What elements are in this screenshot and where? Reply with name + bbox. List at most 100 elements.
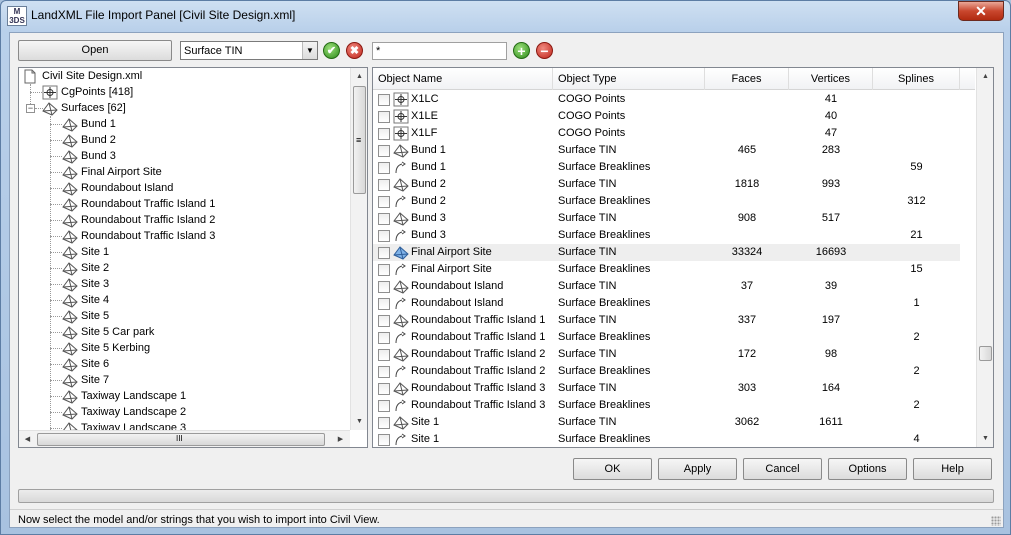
scroll-left-icon[interactable]: ◀ — [19, 431, 36, 448]
row-checkbox[interactable] — [378, 145, 390, 157]
cell-object-name: Bund 1 — [411, 161, 446, 173]
row-checkbox[interactable] — [378, 349, 390, 361]
row-checkbox[interactable] — [378, 230, 390, 242]
table-row[interactable]: Bund 1 Surface TIN 465 283 — [373, 142, 960, 159]
object-tree[interactable]: Civil Site Design.xml CgPoints [418] − S… — [18, 67, 368, 448]
row-checkbox[interactable] — [378, 434, 390, 446]
cross-icon[interactable]: ✖ — [346, 42, 363, 59]
surface-icon — [63, 422, 78, 430]
table-row[interactable]: Final Airport Site Surface Breaklines 15 — [373, 261, 960, 278]
row-checkbox[interactable] — [378, 247, 390, 259]
filter-input[interactable]: * — [372, 42, 507, 60]
cell-object-name: Roundabout Traffic Island 2 — [411, 365, 546, 377]
row-checkbox[interactable] — [378, 366, 390, 378]
cell-object-name: Site 1 — [411, 433, 440, 445]
row-checkbox[interactable] — [378, 315, 390, 327]
column-header-object-name[interactable]: Object Name — [373, 68, 553, 90]
scroll-right-icon[interactable]: ▶ — [332, 431, 349, 448]
add-icon[interactable]: + — [513, 42, 530, 59]
table-row[interactable]: Final Airport Site Surface TIN 33324 16693 — [373, 244, 960, 261]
table-row[interactable]: X1LE COGO Points 40 — [373, 108, 960, 125]
row-checkbox[interactable] — [378, 332, 390, 344]
scroll-up-icon[interactable]: ▲ — [351, 68, 368, 85]
tree-line — [50, 380, 62, 381]
close-button[interactable]: ✕ — [958, 1, 1004, 21]
row-checkbox[interactable] — [378, 383, 390, 395]
row-checkbox[interactable] — [378, 298, 390, 310]
scroll-thumb[interactable]: ≡ — [353, 86, 366, 194]
column-header-object-type[interactable]: Object Type — [553, 68, 705, 90]
check-icon[interactable]: ✔ — [323, 42, 340, 59]
tree-item-label: Site 5 — [81, 310, 110, 322]
table-row[interactable]: Site 1 Surface TIN 3062 1611 — [373, 414, 960, 431]
column-header-faces[interactable]: Faces — [705, 68, 789, 90]
options-button[interactable]: Options — [828, 458, 907, 480]
cell-object-name: Final Airport Site — [411, 246, 492, 258]
cell-splines: 2 — [913, 399, 920, 411]
row-checkbox[interactable] — [378, 213, 390, 225]
ok-button[interactable]: OK — [573, 458, 652, 480]
scroll-down-icon[interactable]: ▼ — [977, 430, 994, 447]
table-row[interactable]: Roundabout Traffic Island 1 Surface TIN 33… — [373, 312, 960, 329]
column-header-splines[interactable]: Splines — [873, 68, 960, 90]
table-row[interactable]: Bund 2 Surface TIN 1818 993 — [373, 176, 960, 193]
scroll-thumb[interactable] — [979, 346, 992, 361]
table-row[interactable]: Roundabout Island Surface Breaklines 1 — [373, 295, 960, 312]
tree-vertical-scrollbar[interactable]: ▲ ≡ ▼ — [350, 68, 367, 430]
table-row[interactable]: X1LF COGO Points 47 — [373, 125, 960, 142]
remove-icon[interactable]: − — [536, 42, 553, 59]
object-type-select[interactable]: Surface TIN ▼ — [180, 41, 318, 60]
help-button[interactable]: Help — [913, 458, 992, 480]
row-checkbox[interactable] — [378, 400, 390, 412]
row-checkbox[interactable] — [378, 417, 390, 429]
cell-splines: 59 — [910, 161, 923, 173]
chevron-down-icon[interactable]: ▼ — [302, 42, 317, 59]
tree-line — [50, 188, 62, 189]
collapse-icon[interactable]: − — [26, 104, 35, 113]
cell-object-type: Surface Breaklines — [558, 365, 651, 377]
row-checkbox[interactable] — [378, 111, 390, 123]
object-table[interactable]: Object Name Object Type Faces Vertices S… — [372, 67, 994, 448]
title-bar[interactable]: M 3DS LandXML File Import Panel [Civil Si… — [1, 1, 1010, 31]
apply-button[interactable]: Apply — [658, 458, 737, 480]
resize-grip-icon[interactable] — [991, 516, 1001, 526]
table-row[interactable]: Bund 1 Surface Breaklines 59 — [373, 159, 960, 176]
breakline-icon — [395, 331, 406, 344]
scroll-thumb[interactable]: III — [37, 433, 325, 446]
tree-item-label: Taxiway Landscape 2 — [81, 406, 187, 418]
table-row[interactable]: Bund 3 Surface Breaklines 21 — [373, 227, 960, 244]
table-row[interactable]: Roundabout Traffic Island 1 Surface Break… — [373, 329, 960, 346]
tree-content: Civil Site Design.xml CgPoints [418] − S… — [19, 68, 350, 430]
app-icon: M 3DS — [7, 6, 27, 26]
surface-icon — [62, 390, 78, 404]
tree-line — [50, 412, 62, 413]
row-checkbox[interactable] — [378, 94, 390, 106]
tree-line — [50, 236, 62, 237]
surface-icon — [62, 118, 78, 132]
row-checkbox[interactable] — [378, 162, 390, 174]
cancel-button[interactable]: Cancel — [743, 458, 822, 480]
table-row[interactable]: Roundabout Island Surface TIN 37 39 — [373, 278, 960, 295]
row-checkbox[interactable] — [378, 128, 390, 140]
row-checkbox[interactable] — [378, 196, 390, 208]
tree-line — [50, 428, 62, 429]
table-vertical-scrollbar[interactable]: ▲ ▼ — [976, 68, 993, 447]
column-header-vertices[interactable]: Vertices — [789, 68, 873, 90]
breakline-icon — [395, 263, 406, 276]
row-checkbox[interactable] — [378, 179, 390, 191]
table-row[interactable]: Bund 2 Surface Breaklines 312 — [373, 193, 960, 210]
table-row[interactable]: X1LC COGO Points 41 — [373, 91, 960, 108]
table-row[interactable]: Site 1 Surface Breaklines 4 — [373, 431, 960, 448]
cell-splines: 15 — [910, 263, 923, 275]
row-checkbox[interactable] — [378, 264, 390, 276]
open-button[interactable]: Open — [18, 40, 172, 61]
scroll-up-icon[interactable]: ▲ — [977, 68, 994, 85]
row-checkbox[interactable] — [378, 281, 390, 293]
tree-horizontal-scrollbar[interactable]: ◀ III ▶ — [19, 430, 350, 447]
table-row[interactable]: Bund 3 Surface TIN 908 517 — [373, 210, 960, 227]
table-row[interactable]: Roundabout Traffic Island 2 Surface TIN 17… — [373, 346, 960, 363]
scroll-down-icon[interactable]: ▼ — [351, 413, 368, 430]
table-row[interactable]: Roundabout Traffic Island 3 Surface TIN 30… — [373, 380, 960, 397]
table-row[interactable]: Roundabout Traffic Island 3 Surface Break… — [373, 397, 960, 414]
table-row[interactable]: Roundabout Traffic Island 2 Surface Break… — [373, 363, 960, 380]
